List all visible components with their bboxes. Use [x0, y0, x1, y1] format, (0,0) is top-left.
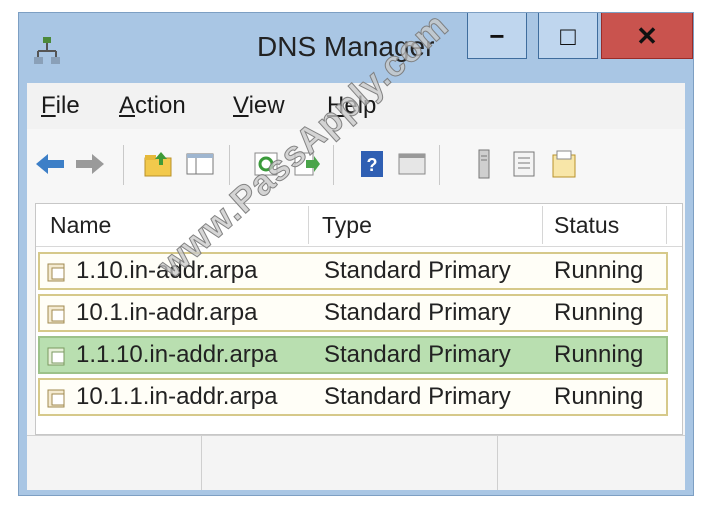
- records-icon: [513, 151, 535, 177]
- list-item[interactable]: 10.1.1.in-addr.arpa Standard Primary Run…: [38, 378, 668, 416]
- zone-status: Running: [554, 341, 644, 368]
- forward-button[interactable]: [73, 147, 107, 181]
- dns-app-icon: [34, 37, 60, 64]
- list-item[interactable]: 1.10.in-addr.arpa Standard Primary Runni…: [38, 252, 668, 290]
- menu-view[interactable]: View: [233, 92, 285, 120]
- zone-name: 1.1.10.in-addr.arpa: [76, 341, 278, 368]
- forward-arrow-icon: [76, 154, 104, 174]
- toolbar-separator: [229, 145, 230, 185]
- server-icon: [478, 149, 490, 179]
- zone-file-icon: [47, 389, 65, 408]
- back-button[interactable]: [33, 147, 67, 181]
- zone-status: Running: [554, 383, 644, 410]
- up-one-level-button[interactable]: [141, 147, 175, 181]
- zone-status: Running: [554, 257, 644, 284]
- column-header-type[interactable]: Type: [322, 204, 372, 246]
- minimize-button[interactable]: −: [467, 13, 527, 59]
- zone-file-icon: [47, 305, 65, 324]
- zone-type: Standard Primary: [324, 341, 511, 368]
- menu-action[interactable]: Action: [119, 92, 186, 120]
- records-button[interactable]: [507, 147, 541, 181]
- status-pane: [27, 436, 202, 490]
- maximize-icon: □: [560, 20, 576, 51]
- zone-name: 10.1.1.in-addr.arpa: [76, 383, 278, 410]
- column-divider[interactable]: [666, 206, 667, 244]
- zone-name: 10.1.in-addr.arpa: [76, 299, 258, 326]
- toolbar-separator: [439, 145, 440, 185]
- zone-list: Name Type Status 1.10.in-addr.arpa Stand…: [35, 203, 683, 435]
- folder-up-icon: [144, 152, 172, 177]
- column-header-name[interactable]: Name: [50, 204, 111, 246]
- toolbar-separator: [333, 145, 334, 185]
- column-divider[interactable]: [308, 206, 309, 244]
- back-arrow-icon: [36, 154, 64, 174]
- help-icon: ?: [361, 151, 383, 177]
- help-button[interactable]: ?: [355, 147, 389, 181]
- column-header-status[interactable]: Status: [554, 204, 619, 246]
- zone-file-icon: [47, 263, 65, 282]
- client-area: File Action View Help ? Name Type Status…: [27, 83, 685, 490]
- minimize-icon: −: [489, 20, 505, 51]
- status-pane: [201, 436, 498, 490]
- close-button[interactable]: ✕: [601, 13, 693, 59]
- server-button[interactable]: [467, 147, 501, 181]
- zone-icon: [552, 150, 576, 178]
- toolbar-separator: [123, 145, 124, 185]
- close-icon: ✕: [636, 20, 658, 51]
- zone-file-icon: [47, 347, 65, 366]
- status-bar: [27, 435, 685, 490]
- zone-type: Standard Primary: [324, 257, 511, 284]
- maximize-button[interactable]: □: [538, 13, 598, 59]
- svg-text:?: ?: [367, 155, 378, 175]
- menu-file[interactable]: File: [41, 92, 80, 120]
- zone-type: Standard Primary: [324, 383, 511, 410]
- zone-button[interactable]: [547, 147, 581, 181]
- list-header: Name Type Status: [36, 204, 682, 247]
- list-item-selected[interactable]: 1.1.10.in-addr.arpa Standard Primary Run…: [38, 336, 668, 374]
- zone-status: Running: [554, 299, 644, 326]
- list-item[interactable]: 10.1.in-addr.arpa Standard Primary Runni…: [38, 294, 668, 332]
- zone-type: Standard Primary: [324, 299, 511, 326]
- show-hide-console-tree-button[interactable]: [183, 147, 217, 181]
- properties-icon: [398, 153, 426, 175]
- show-hide-tree-icon: [186, 153, 214, 175]
- toolbar: ?: [27, 129, 685, 199]
- column-divider[interactable]: [542, 206, 543, 244]
- properties-button[interactable]: [395, 147, 429, 181]
